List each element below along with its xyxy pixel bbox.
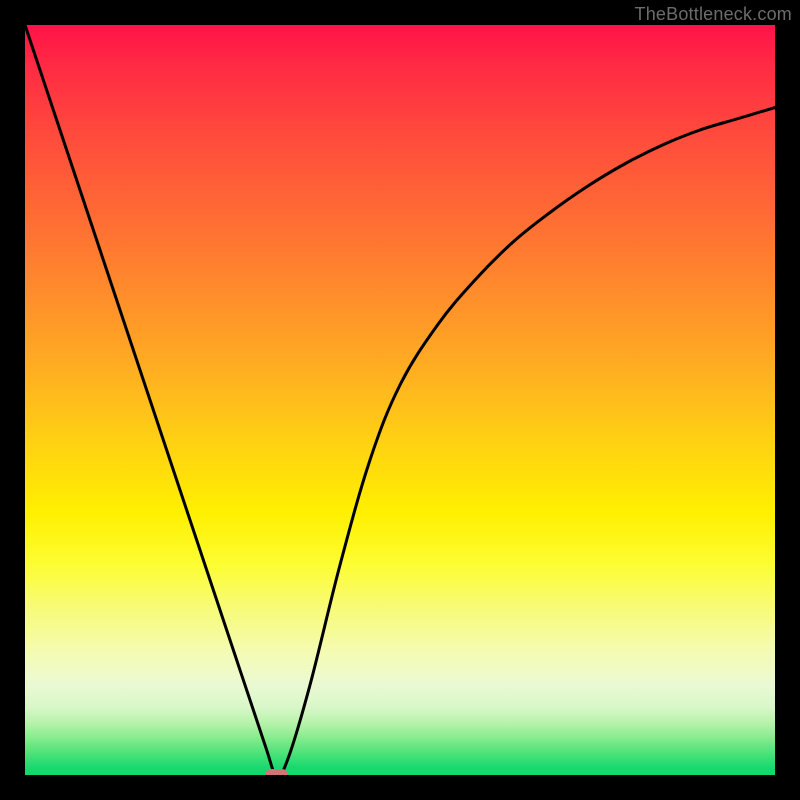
watermark-text: TheBottleneck.com: [635, 4, 792, 25]
bottleneck-curve: [25, 25, 775, 775]
plot-area: [25, 25, 775, 775]
chart-frame: TheBottleneck.com: [0, 0, 800, 800]
optimum-marker: [265, 769, 288, 775]
